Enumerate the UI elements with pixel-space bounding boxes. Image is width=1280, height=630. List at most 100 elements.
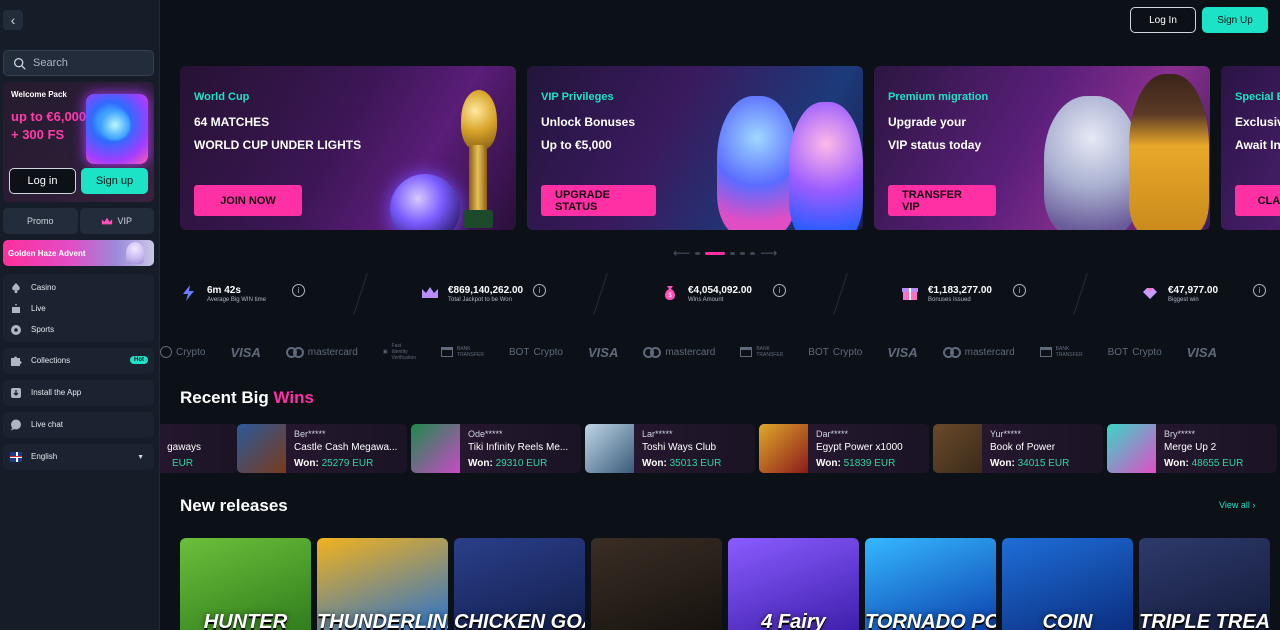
banner-kicker: Premium migration bbox=[888, 91, 989, 103]
info-icon[interactable]: i bbox=[292, 284, 305, 297]
won-label: Won: bbox=[642, 458, 667, 469]
win-card[interactable]: Lar***** Toshi Ways Club Won: 35013 EUR bbox=[585, 424, 755, 473]
upgrade-status-button[interactable]: UPGRADE STATUS bbox=[541, 185, 656, 216]
won-label: Won: bbox=[468, 458, 493, 469]
mastercard-circles-icon bbox=[942, 346, 961, 358]
header-signup-button[interactable]: Sign Up bbox=[1202, 7, 1268, 33]
crypto-label: Crypto bbox=[176, 346, 206, 358]
carousel-dot[interactable] bbox=[740, 251, 746, 255]
sidebar-login-button[interactable]: Log in bbox=[9, 168, 76, 194]
sidebar-item-casino[interactable]: Casino bbox=[3, 277, 154, 298]
info-icon[interactable]: i bbox=[1013, 284, 1026, 297]
win-card[interactable]: Ber***** Castle Cash Megawa... Won: 2527… bbox=[237, 424, 407, 473]
sidebar-item-sports[interactable]: Sports bbox=[3, 319, 154, 340]
sidebar-item-label: Sports bbox=[31, 325, 55, 334]
carousel-dot[interactable] bbox=[750, 251, 756, 255]
lightning-icon bbox=[183, 285, 194, 301]
win-card[interactable]: Dar***** Egypt Power x1000 Won: 51839 EU… bbox=[759, 424, 929, 473]
info-icon[interactable]: i bbox=[1253, 284, 1266, 297]
carousel-dot-active[interactable] bbox=[705, 251, 726, 255]
banner-line1: Exclusiv bbox=[1235, 115, 1280, 129]
tab-promo[interactable]: Promo bbox=[3, 208, 78, 234]
win-amount: Won: 29310 EUR bbox=[468, 458, 547, 469]
sidebar-item-language[interactable]: English bbox=[3, 446, 154, 467]
win-game: Tiki Infinity Reels Me... bbox=[468, 442, 569, 453]
win-card[interactable]: gaways EUR bbox=[160, 424, 238, 473]
sidebar-item-install-app[interactable]: Install the App bbox=[3, 382, 154, 403]
welcome-artwork bbox=[86, 94, 148, 164]
game-tile[interactable]: TRIPLE TREASURE bbox=[1139, 538, 1270, 630]
stat-value: €47,977.00 bbox=[1168, 285, 1219, 296]
claim-button[interactable]: CLAIM bbox=[1235, 185, 1280, 216]
game-tile[interactable]: CHICKEN GOAL bbox=[454, 538, 585, 630]
carousel-dot[interactable] bbox=[695, 251, 701, 255]
game-tile[interactable]: TORNADO POWER bbox=[865, 538, 996, 630]
crypto-icon bbox=[160, 346, 172, 358]
sidebar-item-live[interactable]: Live bbox=[3, 298, 154, 319]
visa-logo: VISA bbox=[887, 344, 918, 360]
winner-name: Bry***** bbox=[1164, 429, 1196, 439]
win-card[interactable]: Bry***** Merge Up 2 Won: 48655 EUR bbox=[1107, 424, 1277, 473]
win-card[interactable]: Yur***** Book of Power Won: 34015 EUR bbox=[933, 424, 1103, 473]
game-tile[interactable] bbox=[591, 538, 722, 630]
game-tile[interactable]: 4 Fairy bbox=[728, 538, 859, 630]
transfer-vip-button[interactable]: TRANSFER VIP bbox=[888, 185, 996, 216]
game-thumbnail bbox=[585, 424, 634, 473]
view-all-link[interactable]: View all › bbox=[1219, 500, 1255, 510]
arrow-left-icon[interactable]: ⟵ bbox=[673, 246, 690, 260]
promo-banner-vip-privileges[interactable]: VIP Privileges Unlock Bonuses Up to €5,0… bbox=[527, 66, 863, 230]
crown-icon bbox=[422, 287, 438, 298]
sidebar-item-live-chat[interactable]: Live chat bbox=[3, 414, 154, 435]
game-tile[interactable]: COIN bbox=[1002, 538, 1133, 630]
won-label: Won: bbox=[990, 458, 1015, 469]
recent-big-wins-title: Recent Big Wins bbox=[180, 388, 314, 408]
golden-haze-advent-banner[interactable]: Golden Haze Advent bbox=[3, 240, 154, 266]
winner-name: Yur***** bbox=[990, 429, 1022, 439]
won-label: Won: bbox=[816, 458, 841, 469]
collapse-sidebar-button[interactable]: ‹ bbox=[3, 10, 23, 30]
promo-banner-premium-migration[interactable]: Premium migration Upgrade your VIP statu… bbox=[874, 66, 1210, 230]
info-icon[interactable]: i bbox=[773, 284, 786, 297]
advent-label: Golden Haze Advent bbox=[8, 248, 86, 258]
stat-biggest-win: €47,977.00 Biggest win i bbox=[1141, 280, 1271, 310]
chevron-left-icon: ‹ bbox=[10, 12, 16, 28]
stats-bar: 6m 42s Average Big WIN time i €869,140,2… bbox=[180, 272, 1271, 316]
info-icon[interactable]: i bbox=[533, 284, 546, 297]
sidebar-item-label: Live chat bbox=[31, 420, 64, 429]
tab-vip[interactable]: VIP bbox=[79, 208, 154, 234]
header-login-button[interactable]: Log In bbox=[1130, 7, 1196, 33]
join-now-button[interactable]: JOIN NOW bbox=[194, 185, 302, 216]
bank-line2: TRANSFER bbox=[1055, 352, 1083, 358]
sidebar-live-chat[interactable]: Live chat bbox=[3, 412, 154, 438]
win-game: Merge Up 2 bbox=[1164, 442, 1217, 453]
new-releases-grid: HUNTER THUNDERLINE CHICKEN GOAL 4 Fairy TORN… bbox=[180, 538, 1280, 630]
banner-kicker: VIP Privileges bbox=[541, 91, 614, 103]
language-selector[interactable]: English ▼ bbox=[3, 444, 154, 470]
carousel-dot[interactable] bbox=[730, 251, 736, 255]
game-thumbnail bbox=[411, 424, 460, 473]
win-amount: Won: 25279 EUR bbox=[294, 458, 373, 469]
sidebar-install-app[interactable]: Install the App bbox=[3, 380, 154, 406]
puzzle-icon bbox=[10, 355, 22, 367]
game-tile[interactable]: THUNDERLINE bbox=[317, 538, 448, 630]
game-tile[interactable]: HUNTER bbox=[180, 538, 311, 630]
advent-artwork bbox=[126, 242, 144, 264]
crypto-label: Crypto bbox=[533, 346, 563, 358]
promo-banner-world-cup[interactable]: World Cup 64 MATCHES WORLD CUP UNDER LIG… bbox=[180, 66, 516, 230]
arrow-right-icon[interactable]: ⟶ bbox=[760, 246, 777, 260]
search-input[interactable]: Search bbox=[3, 50, 154, 76]
bank-line2: TRANSFER bbox=[457, 352, 484, 358]
game-title: HUNTER bbox=[203, 611, 288, 630]
win-card[interactable]: Ode***** Tiki Infinity Reels Me... Won: … bbox=[411, 424, 581, 473]
sidebar-signup-button[interactable]: Sign up bbox=[81, 168, 148, 194]
soccer-ball-icon bbox=[10, 324, 22, 336]
sidebar-collections[interactable]: Collections Hot bbox=[3, 348, 154, 374]
game-thumbnail bbox=[237, 424, 286, 473]
win-amount: EUR bbox=[172, 458, 193, 469]
win-amount: Won: 51839 EUR bbox=[816, 458, 895, 469]
bank-transfer-logo: BANK TRANSFER bbox=[740, 346, 783, 358]
stat-average-win-time: 6m 42s Average Big WIN time i bbox=[180, 280, 310, 310]
visa-logo: VISA bbox=[1186, 344, 1217, 360]
promo-banner-special[interactable]: Special B Exclusiv Await In CLAIM bbox=[1221, 66, 1280, 230]
welcome-pack-card[interactable]: Welcome Pack up to €6,000 + 300 FS Log i… bbox=[3, 82, 154, 202]
